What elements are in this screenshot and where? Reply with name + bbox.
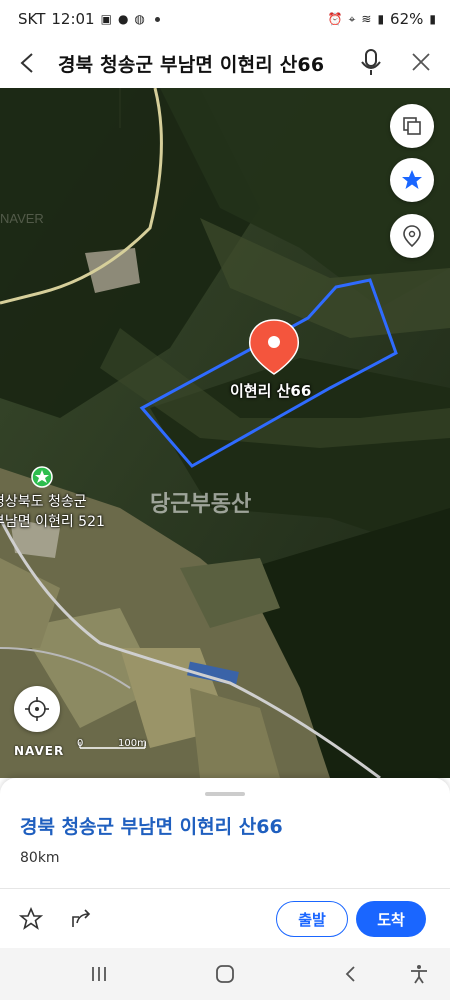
- back-icon: [20, 53, 33, 73]
- gallery-icon: ▣: [100, 12, 112, 26]
- close-button[interactable]: [406, 46, 436, 80]
- place-detail-sheet: 경북 청송군 부남면 이현리 산66 80km 출발 도착: [0, 778, 450, 948]
- more-notifications-icon: [154, 16, 160, 22]
- sheet-drag-handle[interactable]: [205, 792, 245, 796]
- accessibility-button[interactable]: [404, 960, 434, 988]
- alarm-icon: ⏰: [327, 12, 343, 26]
- status-right: ⏰ ⌖ ≋ ▮ 62% ▮: [328, 10, 436, 28]
- poi-label-line1: 경상북도 청송군: [0, 494, 87, 510]
- satellite-map[interactable]: NAVER 이현리 산66 경상북도 청송군 부남면 이현리 521 당근부동산…: [0, 88, 450, 778]
- share-icon: [72, 909, 91, 927]
- place-address: 경북 청송군 부남면 이현리 산66: [20, 816, 283, 838]
- naver-watermark: NAVER: [0, 211, 44, 226]
- star-icon: [402, 170, 422, 189]
- mic-icon: [361, 49, 381, 75]
- share-button[interactable]: [66, 904, 96, 934]
- pin-outline-icon: [403, 225, 421, 248]
- accessibility-icon: [411, 965, 427, 984]
- recent-apps-icon: [92, 967, 106, 981]
- divider: [0, 888, 450, 889]
- arrive-route-button[interactable]: 도착: [356, 901, 426, 937]
- close-icon: [412, 53, 430, 71]
- chat-icon: ●: [117, 12, 129, 26]
- back-nav-button[interactable]: [336, 960, 366, 988]
- back-nav-icon: [345, 966, 355, 982]
- talk-icon: ◍: [134, 12, 145, 26]
- satellite-imagery: NAVER: [0, 88, 450, 778]
- status-left: SKT 12:01 ▣ ● ◍: [18, 10, 160, 28]
- parcel-label: 이현리 산66: [230, 382, 312, 400]
- scale-zero-label: 0: [77, 738, 84, 749]
- favorite-button[interactable]: [390, 158, 434, 202]
- signal-icon: ▮: [377, 12, 385, 26]
- recent-apps-button[interactable]: [84, 960, 114, 988]
- star-outline-icon: [19, 907, 43, 930]
- search-query[interactable]: 경북 청송군 부남면 이현리 산66: [58, 50, 324, 77]
- wifi-icon: ≋: [361, 12, 372, 26]
- save-button[interactable]: [16, 904, 46, 934]
- home-button[interactable]: [210, 960, 240, 988]
- back-button[interactable]: [14, 46, 44, 80]
- voice-search-button[interactable]: [356, 44, 386, 80]
- poi-label[interactable]: 경상북도 청송군 부남면 이현리 521: [0, 492, 105, 532]
- clock-label: 12:01: [51, 10, 95, 28]
- poi-label-line2: 부남면 이현리 521: [0, 514, 105, 530]
- layers-button[interactable]: [390, 104, 434, 148]
- scale-value-label: 100m: [118, 738, 147, 749]
- carrier-label: SKT: [18, 10, 46, 28]
- system-nav-bar: [0, 948, 450, 1000]
- battery-icon: ▮: [429, 12, 436, 26]
- distance-label: 80km: [20, 850, 60, 866]
- daangn-watermark: 당근부동산: [150, 492, 252, 517]
- locate-icon: [25, 697, 49, 721]
- start-route-button[interactable]: 출발: [276, 901, 348, 937]
- current-location-button[interactable]: [14, 686, 60, 732]
- location-icon: ⌖: [348, 12, 356, 26]
- place-marker-button[interactable]: [390, 214, 434, 258]
- naver-logo: NAVER: [14, 744, 65, 758]
- home-icon: [216, 965, 234, 983]
- status-bar: SKT 12:01 ▣ ● ◍ ⏰ ⌖ ≋ ▮ 62% ▮: [0, 0, 450, 38]
- search-header: 경북 청송군 부남면 이현리 산66: [0, 38, 450, 88]
- layers-icon: [403, 117, 421, 135]
- battery-label: 62%: [390, 10, 424, 28]
- poi-marker-icon: [31, 466, 53, 488]
